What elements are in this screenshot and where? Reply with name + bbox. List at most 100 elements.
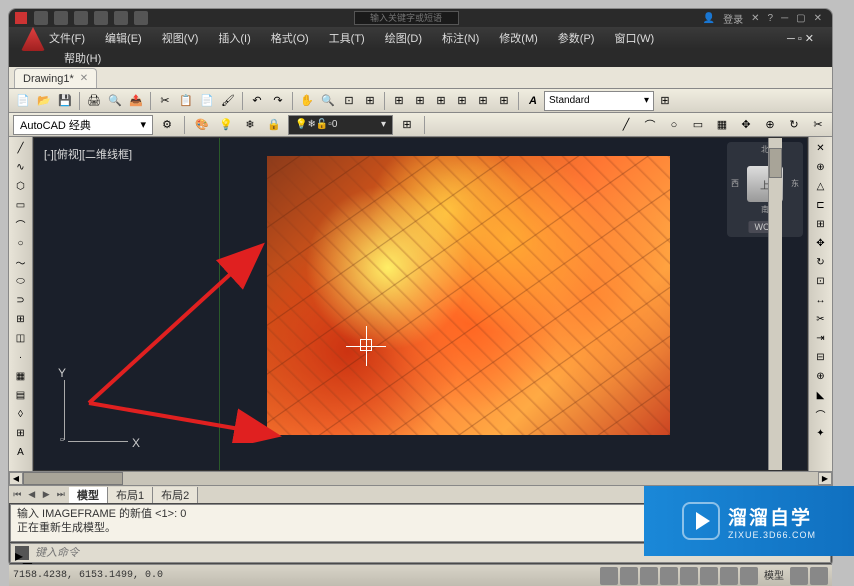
circle-button[interactable]: ○: [664, 115, 684, 135]
calc-button[interactable]: ⊞: [494, 91, 514, 111]
menu-draw[interactable]: 绘图(D): [375, 30, 432, 46]
rotate-button[interactable]: ↻: [784, 115, 804, 135]
zoom-button[interactable]: 🔍: [318, 91, 338, 111]
menu-dimension[interactable]: 标注(N): [432, 30, 489, 46]
menu-tools[interactable]: 工具(T): [319, 30, 375, 46]
cut-button[interactable]: ✂: [155, 91, 175, 111]
help-icon[interactable]: ?: [768, 13, 774, 24]
osnap-mode-icon[interactable]: [680, 567, 698, 585]
spline-tool[interactable]: 〜: [11, 253, 31, 272]
annotation-scale-icon[interactable]: [790, 567, 808, 585]
layer-freeze-icon[interactable]: ❄: [240, 115, 260, 135]
move-button[interactable]: ✥: [736, 115, 756, 135]
qat-print-icon[interactable]: [134, 11, 148, 25]
rect-button[interactable]: ▭: [688, 115, 708, 135]
scroll-left-button[interactable]: ◀: [9, 472, 23, 485]
copy-button[interactable]: 📋: [176, 91, 196, 111]
properties-button[interactable]: ⊞: [389, 91, 409, 111]
copy-obj-button[interactable]: ⊕: [760, 115, 780, 135]
open-button[interactable]: 📂: [34, 91, 54, 111]
gradient-tool[interactable]: ▤: [11, 386, 31, 405]
insert-block-tool[interactable]: ⊞: [11, 310, 31, 329]
workspace-switch-icon[interactable]: [810, 567, 828, 585]
paste-button[interactable]: 📄: [197, 91, 217, 111]
zoom-window-button[interactable]: ⊡: [339, 91, 359, 111]
make-block-tool[interactable]: ◫: [11, 329, 31, 348]
markup-button[interactable]: ⊞: [473, 91, 493, 111]
dyn-input-icon[interactable]: [720, 567, 738, 585]
qat-open-icon[interactable]: [54, 11, 68, 25]
hatch-tool[interactable]: ▦: [11, 367, 31, 386]
grid-mode-icon[interactable]: [620, 567, 638, 585]
raster-image[interactable]: [267, 156, 670, 435]
polar-mode-icon[interactable]: [660, 567, 678, 585]
redo-button[interactable]: ↷: [268, 91, 288, 111]
document-tab[interactable]: Drawing1* ✕: [14, 68, 97, 88]
login-link[interactable]: 登录: [723, 11, 743, 26]
help-search-input[interactable]: [354, 11, 459, 25]
exchange-icon[interactable]: ✕: [751, 13, 759, 24]
menu-format[interactable]: 格式(O): [261, 30, 319, 46]
coordinates-display[interactable]: 7158.4238, 6153.1499, 0.0: [13, 570, 163, 581]
dim-style-button[interactable]: ⊞: [655, 91, 675, 111]
command-prompt-icon[interactable]: ▸_: [15, 546, 29, 560]
scale-tool[interactable]: ⊡: [811, 272, 831, 291]
match-button[interactable]: 🖌: [218, 91, 238, 111]
snap-mode-icon[interactable]: [600, 567, 618, 585]
tab-model[interactable]: 模型: [69, 487, 108, 503]
text-tool[interactable]: A: [11, 443, 31, 462]
rotate-tool[interactable]: ↻: [811, 253, 831, 272]
publish-button[interactable]: 📤: [126, 91, 146, 111]
pan-button[interactable]: ✋: [297, 91, 317, 111]
qat-new-icon[interactable]: [34, 11, 48, 25]
close-button[interactable]: ✕: [814, 13, 822, 24]
ellipse-arc-tool[interactable]: ⊃: [11, 291, 31, 310]
stretch-tool[interactable]: ↔: [811, 291, 831, 310]
text-style-select[interactable]: Standard▾: [544, 91, 654, 111]
offset-tool[interactable]: ⊏: [811, 196, 831, 215]
print-button[interactable]: 🖨: [84, 91, 104, 111]
ucs-icon[interactable]: Y X ▫: [50, 366, 140, 456]
menu-modify[interactable]: 修改(M): [489, 30, 548, 46]
arc-button[interactable]: ⌒: [640, 115, 660, 135]
scroll-right-button[interactable]: ▶: [818, 472, 832, 485]
line-button[interactable]: ╱: [616, 115, 636, 135]
layer-on-icon[interactable]: 💡: [216, 115, 236, 135]
preview-button[interactable]: 🔍: [105, 91, 125, 111]
extend-tool[interactable]: ⇥: [811, 329, 831, 348]
scrollbar-vertical[interactable]: [768, 138, 782, 470]
sheet-set-button[interactable]: ⊞: [452, 91, 472, 111]
menu-help[interactable]: 帮助(H): [54, 50, 111, 66]
tab-layout2[interactable]: 布局2: [153, 487, 198, 503]
maximize-button[interactable]: ▢: [796, 13, 805, 24]
polyline-tool[interactable]: ∿: [11, 158, 31, 177]
array-tool[interactable]: ⊞: [811, 215, 831, 234]
table-tool[interactable]: ⊞: [11, 424, 31, 443]
point-tool[interactable]: ·: [11, 348, 31, 367]
user-icon[interactable]: 👤: [703, 13, 715, 24]
design-center-button[interactable]: ⊞: [410, 91, 430, 111]
trim-tool[interactable]: ✂: [811, 310, 831, 329]
workspace-select[interactable]: AutoCAD 经典▾: [13, 115, 153, 135]
move-tool[interactable]: ✥: [811, 234, 831, 253]
scrollbar-horizontal[interactable]: ◀ ▶: [9, 471, 832, 485]
menu-window[interactable]: 窗口(W): [604, 30, 664, 46]
save-button[interactable]: 💾: [55, 91, 75, 111]
circle-tool[interactable]: ○: [11, 234, 31, 253]
break-tool[interactable]: ⊟: [811, 348, 831, 367]
viewport-label[interactable]: [-][俯视][二维线框]: [44, 146, 132, 162]
qat-save-icon[interactable]: [74, 11, 88, 25]
menu-view[interactable]: 视图(V): [152, 30, 209, 46]
rectangle-tool[interactable]: ▭: [11, 196, 31, 215]
polygon-tool[interactable]: ⬡: [11, 177, 31, 196]
layout-nav[interactable]: ⏮◀▶⏭: [9, 489, 69, 500]
region-tool[interactable]: ◊: [11, 405, 31, 424]
minimize-button[interactable]: ─: [781, 13, 788, 24]
layer-select[interactable]: 💡❄🔓▫ 0▾: [288, 115, 393, 135]
trim-button[interactable]: ✂: [808, 115, 828, 135]
undo-button[interactable]: ↶: [247, 91, 267, 111]
new-button[interactable]: 📄: [13, 91, 33, 111]
mirror-tool[interactable]: △: [811, 177, 831, 196]
tab-close-icon[interactable]: ✕: [80, 73, 88, 84]
viewcube[interactable]: 北 南 东 西 上 WCS: [727, 142, 803, 237]
